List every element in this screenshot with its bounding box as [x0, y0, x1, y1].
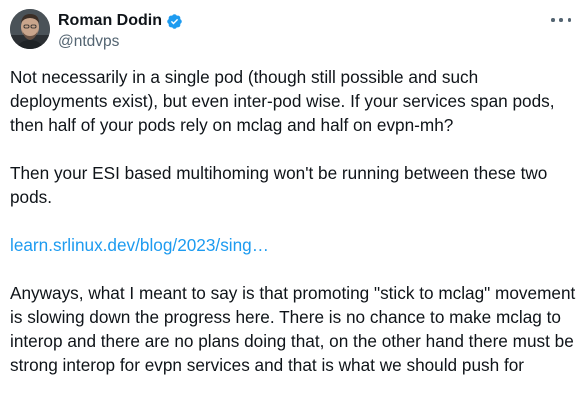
- verified-badge-icon: [167, 13, 182, 29]
- author-name[interactable]: Roman Dodin: [58, 11, 162, 31]
- profile-photo-icon: [10, 9, 50, 49]
- tweet-paragraph: Not necessarily in a single pod (though …: [10, 67, 555, 135]
- tweet-link-paragraph: learn.srlinux.dev/blog/2023/sing…: [10, 233, 580, 257]
- tweet-text: Not necessarily in a single pod (though …: [10, 65, 580, 377]
- author-name-row: Roman Dodin: [58, 11, 183, 31]
- tweet-paragraph: Anyways, what I meant to say is that pro…: [10, 283, 576, 375]
- tweet-paragraph: Then your ESI based multihoming won't be…: [10, 163, 548, 207]
- more-horizontal-icon: [559, 18, 563, 22]
- tweet-link[interactable]: learn.srlinux.dev/blog/2023/sing…: [10, 235, 269, 255]
- more-horizontal-icon: [567, 18, 571, 22]
- more-horizontal-icon: [551, 18, 555, 22]
- avatar[interactable]: [10, 9, 50, 49]
- author-handle[interactable]: @ntdvps: [58, 32, 119, 52]
- more-options-button[interactable]: [551, 13, 571, 27]
- tweet-card: Roman Dodin @ntdvps Not necessarily in a…: [0, 0, 585, 407]
